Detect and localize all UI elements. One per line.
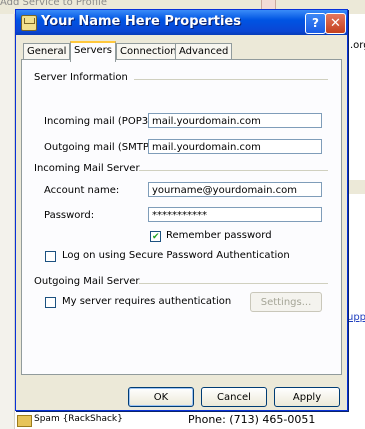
- background-org-text: .org: [350, 40, 365, 51]
- folder-item-spam[interactable]: Spam {RackShack}: [0, 412, 180, 429]
- requires-auth-label: My server requires authentication: [62, 296, 232, 307]
- apply-button[interactable]: Apply: [274, 387, 340, 407]
- cancel-button[interactable]: Cancel: [201, 387, 267, 407]
- folder-icon: [17, 415, 32, 427]
- password-label: Password:: [44, 210, 95, 221]
- incoming-mail-input[interactable]: mail.yourdomain.com: [148, 113, 322, 128]
- tab-advanced[interactable]: Advanced: [175, 43, 233, 60]
- outgoing-server-heading: Outgoing Mail Server: [34, 276, 140, 287]
- section-divider: [139, 283, 328, 284]
- settings-button[interactable]: Settings...: [250, 292, 322, 312]
- background-sidebar: [0, 14, 15, 429]
- requires-auth-checkbox[interactable]: [45, 297, 56, 308]
- tab-servers[interactable]: Servers: [70, 41, 117, 62]
- ok-button[interactable]: OK: [128, 387, 194, 407]
- outgoing-mail-input[interactable]: mail.yourdomain.com: [148, 139, 322, 154]
- tab-general[interactable]: General: [23, 43, 71, 60]
- spa-checkbox[interactable]: [45, 251, 56, 262]
- spa-label: Log on using Secure Password Authenticat…: [62, 250, 290, 261]
- mail-account-icon: [21, 15, 37, 31]
- remember-password-label: Remember password: [166, 230, 272, 241]
- account-name-label: Account name:: [44, 185, 120, 196]
- close-button[interactable]: ✕: [325, 13, 346, 34]
- incoming-mail-label: Incoming mail (POP3):: [44, 116, 156, 127]
- background-phone: Phone: (713) 465-0051: [188, 413, 316, 426]
- remember-password-checkbox[interactable]: [150, 231, 161, 242]
- outgoing-mail-label: Outgoing mail (SMTP):: [44, 142, 157, 153]
- section-divider: [139, 170, 328, 171]
- section-divider: [134, 79, 328, 80]
- background-link[interactable]: upp: [347, 312, 365, 323]
- dialog-title: Your Name Here Properties: [41, 14, 241, 29]
- servers-tab-panel: Server Information Incoming mail (POP3):…: [21, 59, 342, 375]
- server-info-heading: Server Information: [34, 72, 128, 83]
- folder-label: Spam {RackShack}: [34, 414, 123, 424]
- background-panel: [345, 180, 365, 194]
- properties-dialog: Your Name Here Properties ? ✕ General Se…: [15, 9, 348, 411]
- incoming-server-heading: Incoming Mail Server: [34, 163, 140, 174]
- background-title: Add Service to Profile: [0, 0, 107, 8]
- tab-connection[interactable]: Connection: [116, 43, 181, 60]
- help-button[interactable]: ?: [305, 13, 326, 34]
- title-bar[interactable]: Your Name Here Properties ? ✕: [16, 10, 347, 35]
- password-input[interactable]: ***********: [148, 207, 322, 222]
- account-name-input[interactable]: yourname@yourdomain.com: [148, 182, 322, 197]
